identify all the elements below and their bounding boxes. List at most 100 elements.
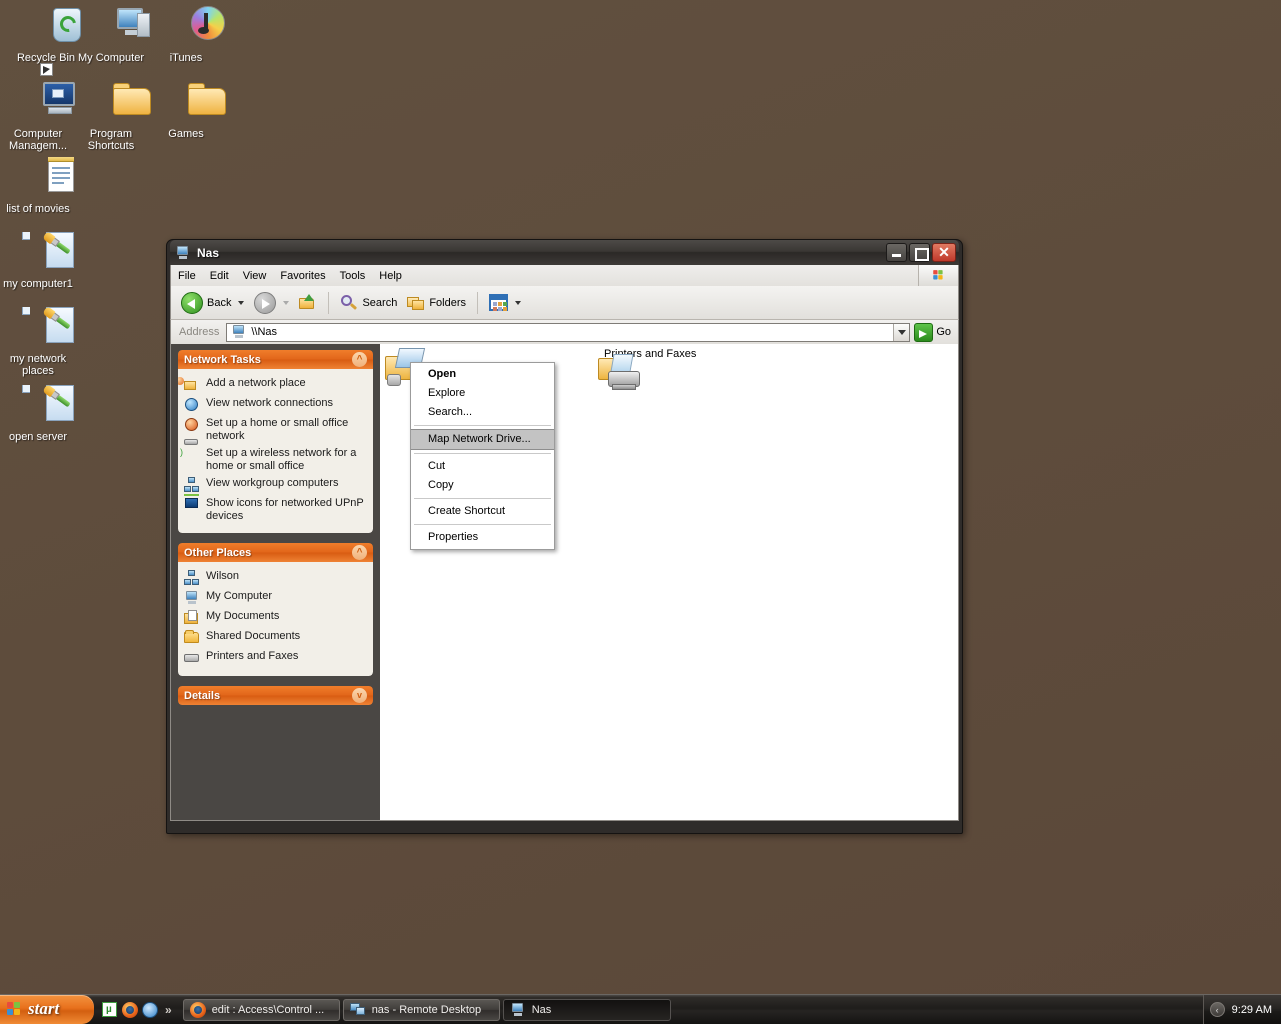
search-button[interactable]: Search: [336, 292, 401, 314]
panel-header[interactable]: Other Places ^: [178, 543, 373, 562]
menu-edit[interactable]: Edit: [203, 268, 236, 284]
menu-favorites[interactable]: Favorites: [273, 268, 332, 284]
place-my-documents[interactable]: My Documents: [184, 608, 369, 628]
place-label: My Documents: [206, 610, 280, 622]
task-button-label: edit : Access\Control ...: [211, 1003, 325, 1016]
desktop-icon-itunes[interactable]: iTunes: [148, 4, 225, 64]
place-printers-and-faxes[interactable]: Printers and Faxes: [184, 648, 369, 668]
task-button-firefox[interactable]: edit : Access\Control ...: [182, 998, 340, 1021]
panel-header[interactable]: Details v: [178, 686, 373, 705]
address-dropdown-button[interactable]: [893, 323, 910, 341]
maximize-button[interactable]: [909, 243, 930, 262]
taskbar[interactable]: start » edit : Access\Control ... nas - …: [0, 994, 1281, 1024]
printer-icon: [184, 650, 200, 666]
file-item-printers-and-faxes[interactable]: Printers and Faxes: [598, 348, 696, 390]
my-documents-icon: [184, 610, 200, 626]
start-button[interactable]: start: [0, 994, 94, 1024]
chevron-down-icon[interactable]: v: [352, 688, 367, 703]
quick-launch-more-button[interactable]: »: [162, 1003, 175, 1017]
chevron-up-icon[interactable]: ^: [352, 352, 367, 367]
wireless-network-icon: ): [180, 439, 200, 463]
place-shared-documents[interactable]: Shared Documents: [184, 628, 369, 648]
menu-file[interactable]: File: [171, 268, 203, 284]
notepad-document-icon: [14, 155, 74, 199]
go-button[interactable]: Go: [914, 322, 955, 342]
address-input[interactable]: \\Nas: [226, 322, 911, 342]
desktop-icon-list-of-movies[interactable]: list of movies: [0, 155, 76, 215]
context-menu[interactable]: Open Explore Search... Map Network Drive…: [410, 362, 555, 550]
task-show-upnp-devices[interactable]: Show icons for networked UPnP devices: [184, 494, 369, 525]
panel-header[interactable]: Network Tasks ^: [178, 350, 373, 369]
toolbar[interactable]: Back Search Folders: [170, 286, 959, 320]
clock[interactable]: 9:29 AM: [1232, 1004, 1272, 1016]
network-computer-icon: [231, 324, 247, 340]
context-menu-item-properties[interactable]: Properties: [411, 528, 554, 547]
task-view-network-connections[interactable]: View network connections: [184, 395, 369, 415]
address-label: Address: [179, 326, 220, 338]
explorer-window[interactable]: Nas ✕ File Edit View Favorites Tools Hel…: [166, 239, 963, 834]
desktop-icon-program-shortcuts[interactable]: Program Shortcuts: [73, 80, 151, 152]
desktop-icon-games[interactable]: Games: [148, 80, 226, 140]
file-list[interactable]: Printers and Faxes Open Explore Search..…: [380, 344, 958, 820]
chevron-down-icon[interactable]: [515, 300, 522, 305]
address-bar[interactable]: Address \\Nas Go: [170, 320, 959, 344]
window-controls[interactable]: ✕: [886, 243, 956, 262]
task-button-remote-desktop[interactable]: nas - Remote Desktop: [342, 998, 500, 1021]
desktop-icon-my-network-places[interactable]: my network places: [0, 305, 76, 377]
context-menu-item-map-network-drive[interactable]: Map Network Drive...: [411, 429, 554, 450]
chevron-up-icon[interactable]: ^: [352, 545, 367, 560]
minimize-button[interactable]: [886, 243, 907, 262]
task-button-nas[interactable]: Nas: [502, 998, 671, 1021]
context-menu-item-open[interactable]: Open: [411, 365, 554, 384]
place-my-computer[interactable]: My Computer: [184, 588, 369, 608]
desktop-icon-my-computer[interactable]: My Computer: [73, 4, 150, 64]
task-label: Show icons for networked UPnP devices: [206, 497, 364, 522]
desktop-icon-open-server[interactable]: open server: [0, 383, 76, 443]
desktop-icon-computer-management[interactable]: Computer Managem...: [0, 63, 76, 152]
task-set-up-home-network[interactable]: Set up a home or small office network: [184, 415, 369, 445]
context-menu-item-copy[interactable]: Copy: [411, 476, 554, 495]
system-tray[interactable]: ‹ 9:29 AM: [1202, 994, 1281, 1024]
address-value: \\Nas: [251, 326, 278, 338]
paint-file-icon: [14, 383, 74, 427]
panel-body: Wilson My Computer My Documents Shared D…: [178, 562, 373, 676]
place-wilson[interactable]: Wilson: [184, 568, 369, 588]
panel-network-tasks[interactable]: Network Tasks ^ Add a network place View…: [178, 350, 373, 533]
panel-other-places[interactable]: Other Places ^ Wilson My Computer My Doc…: [178, 543, 373, 676]
utorrent-icon[interactable]: [102, 1001, 118, 1018]
context-menu-item-search[interactable]: Search...: [411, 403, 554, 422]
forward-arrow-icon: [254, 291, 277, 314]
menu-view[interactable]: View: [236, 268, 274, 284]
close-icon: ✕: [938, 244, 950, 260]
show-hidden-icons-icon[interactable]: ‹: [1209, 1002, 1225, 1017]
context-menu-item-explore[interactable]: Explore: [411, 384, 554, 403]
up-one-level-button[interactable]: [295, 292, 321, 314]
desktop-icon-label: Program Shortcuts: [87, 128, 135, 152]
quick-launch-bar[interactable]: »: [94, 995, 179, 1024]
task-add-a-network-place[interactable]: Add a network place: [178, 375, 369, 395]
task-set-up-wireless-network[interactable]: ) Set up a wireless network for a home o…: [180, 439, 369, 475]
forward-button[interactable]: [250, 290, 293, 316]
menu-tools[interactable]: Tools: [333, 268, 373, 284]
menu-bar[interactable]: File Edit View Favorites Tools Help: [170, 265, 959, 286]
firefox-icon[interactable]: [122, 1001, 138, 1018]
chevron-down-icon[interactable]: [238, 300, 245, 305]
desktop-icon-my-computer1[interactable]: my computer1: [0, 230, 76, 290]
views-button[interactable]: [485, 292, 525, 313]
internet-explorer-icon[interactable]: [142, 1001, 158, 1018]
context-menu-item-cut[interactable]: Cut: [411, 457, 554, 476]
back-button[interactable]: Back: [177, 290, 248, 316]
itunes-icon: [162, 4, 225, 48]
task-label: Add a network place: [206, 377, 306, 389]
task-buttons[interactable]: edit : Access\Control ... nas - Remote D…: [179, 998, 1203, 1021]
up-one-level-icon: [299, 293, 317, 312]
panel-details[interactable]: Details v: [178, 686, 373, 705]
task-pane[interactable]: Network Tasks ^ Add a network place View…: [171, 344, 380, 820]
context-menu-item-create-shortcut[interactable]: Create Shortcut: [411, 502, 554, 521]
window-title: Nas: [197, 245, 220, 260]
menu-help[interactable]: Help: [372, 268, 409, 284]
window-titlebar[interactable]: Nas ✕: [170, 240, 959, 265]
close-button[interactable]: ✕: [932, 243, 956, 262]
folders-button[interactable]: Folders: [403, 292, 470, 314]
task-view-workgroup-computers[interactable]: View workgroup computers: [184, 475, 369, 495]
